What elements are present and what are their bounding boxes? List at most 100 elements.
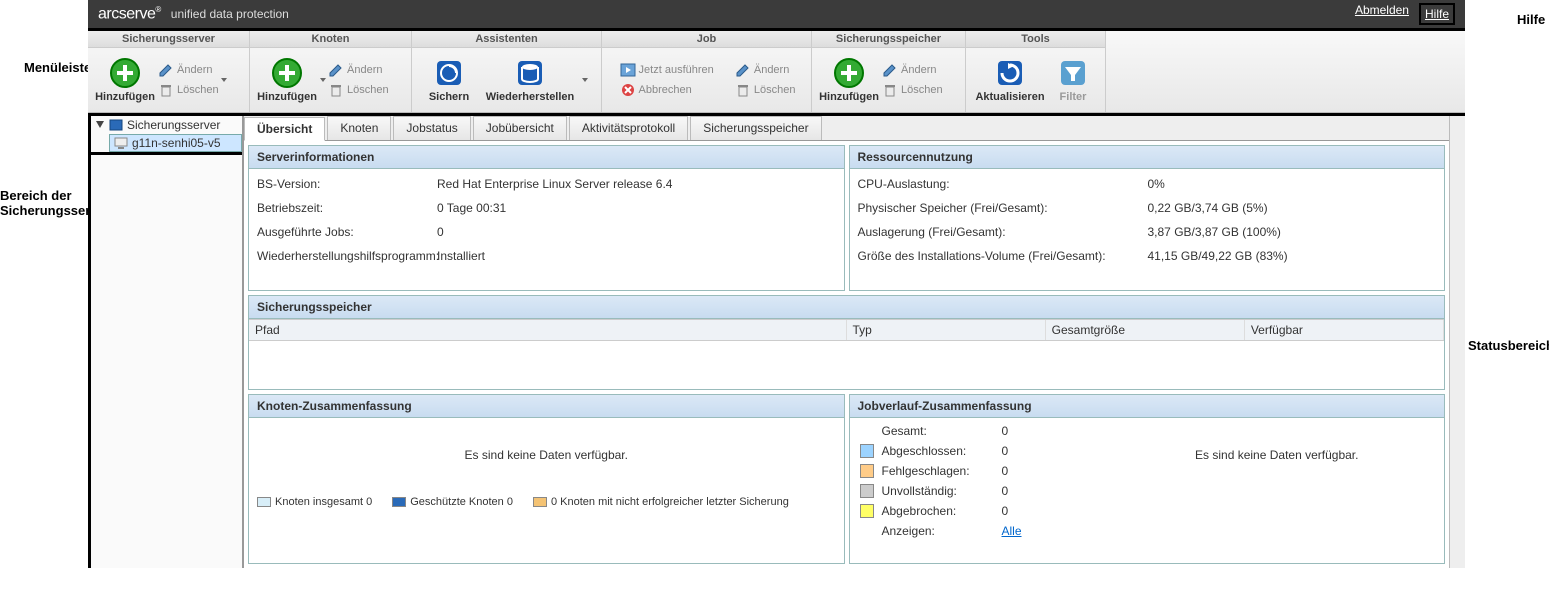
delete-job-button[interactable]: Löschen — [735, 82, 796, 98]
panel-title: Serverinformationen — [249, 146, 844, 169]
swatch-protected-icon — [392, 497, 406, 507]
restore-button[interactable]: Wiederherstellen — [480, 55, 580, 105]
play-icon — [620, 62, 636, 78]
edit-server-button[interactable]: Ändern — [158, 62, 219, 78]
callout-status: Statusbereich — [1468, 338, 1549, 353]
panel-title: Ressourcennutzung — [850, 146, 1445, 169]
dropdown-icon[interactable] — [320, 78, 326, 82]
uptime-label: Betriebszeit: — [257, 201, 437, 215]
nav-tree: Sicherungsserver g11n-senhi05-v5 — [88, 116, 243, 568]
main-area: Übersicht Knoten Jobstatus Jobübersicht … — [243, 116, 1449, 568]
collapse-icon[interactable] — [95, 120, 105, 130]
vertical-scrollbar[interactable] — [1449, 116, 1465, 568]
os-value: Red Hat Enterprise Linux Server release … — [437, 177, 836, 191]
server-icon — [109, 118, 123, 132]
tab-activitylog[interactable]: Aktivitätsprotokoll — [569, 116, 688, 140]
help-link[interactable]: Hilfe — [1419, 3, 1455, 25]
edit-icon — [882, 62, 898, 78]
tab-bar: Übersicht Knoten Jobstatus Jobübersicht … — [244, 116, 1449, 141]
ribbon-group-title-tools: Tools — [966, 31, 1105, 48]
edit-job-button[interactable]: Ändern — [735, 62, 796, 78]
dropdown-icon[interactable] — [221, 78, 227, 82]
mem-label: Physischer Speicher (Frei/Gesamt): — [858, 201, 1148, 215]
filter-button[interactable]: Filter — [1048, 55, 1098, 105]
nodata-text: Es sind keine Daten verfügbar. — [249, 418, 844, 492]
job-failed-value: 0 — [1002, 464, 1042, 478]
job-done-value: 0 — [1002, 444, 1042, 458]
col-total[interactable]: Gesamtgröße — [1046, 320, 1245, 340]
callout-nav: Bereich der Sicherungsserver — [0, 188, 86, 218]
jobs-label: Ausgeführte Jobs: — [257, 225, 437, 239]
swatch-total-icon — [257, 497, 271, 507]
job-show-link[interactable]: Alle — [1002, 524, 1042, 538]
swatch-done-icon — [860, 444, 874, 458]
mem-value: 0,22 GB/3,74 GB (5%) — [1148, 201, 1437, 215]
computer-icon — [114, 136, 128, 150]
tab-overview[interactable]: Übersicht — [244, 117, 325, 141]
uptime-value: 0 Tage 00:31 — [437, 201, 836, 215]
job-cancelled-label: Abgebrochen: — [882, 504, 1002, 518]
add-icon — [109, 57, 141, 89]
edit-node-button[interactable]: Ändern — [328, 62, 389, 78]
add-icon — [833, 57, 865, 89]
edit-icon — [735, 62, 751, 78]
swatch-cancelled-icon — [860, 504, 874, 518]
restore-value: Installiert — [437, 249, 836, 263]
node-legend: Knoten insgesamt 0 Geschützte Knoten 0 0… — [249, 492, 844, 512]
swap-value: 3,87 GB/3,87 GB (100%) — [1148, 225, 1437, 239]
filter-icon — [1057, 57, 1089, 89]
swap-label: Auslagerung (Frei/Gesamt): — [858, 225, 1148, 239]
dropdown-icon[interactable] — [582, 78, 588, 82]
tree-root-item[interactable]: Sicherungsserver — [91, 116, 242, 134]
ribbon-group-title-storage: Sicherungsspeicher — [812, 31, 965, 48]
nodata-text: Es sind keine Daten verfügbar. — [1110, 418, 1445, 544]
ribbon-group-title-backupserver: Sicherungsserver — [88, 31, 249, 48]
panel-jobhistory: Jobverlauf-Zusammenfassung Gesamt:0 Abge… — [849, 394, 1446, 564]
delete-server-button[interactable]: Löschen — [158, 82, 219, 98]
add-server-button[interactable]: Hinzufügen — [94, 55, 156, 105]
restore-label: Wiederherstellungshilfsprogramm: — [257, 249, 437, 263]
swatch-incomplete-icon — [860, 484, 874, 498]
panel-serverinfo: Serverinformationen BS-Version: Red Hat … — [248, 145, 845, 291]
trash-icon — [735, 82, 751, 98]
shield-icon — [433, 57, 465, 89]
job-cancelled-value: 0 — [1002, 504, 1042, 518]
tab-storage[interactable]: Sicherungsspeicher — [690, 116, 821, 140]
tab-jobstatus[interactable]: Jobstatus — [393, 116, 470, 140]
logout-link[interactable]: Abmelden — [1355, 3, 1409, 25]
add-storage-button[interactable]: Hinzufügen — [818, 55, 880, 105]
add-node-button[interactable]: Hinzufügen — [256, 55, 318, 105]
brand-logo: arcserve® — [98, 5, 161, 23]
trash-icon — [882, 82, 898, 98]
edit-icon — [328, 62, 344, 78]
col-avail[interactable]: Verfügbar — [1245, 320, 1444, 340]
col-type[interactable]: Typ — [847, 320, 1046, 340]
panel-title: Knoten-Zusammenfassung — [249, 395, 844, 418]
vol-value: 41,15 GB/49,22 GB (83%) — [1148, 249, 1437, 263]
delete-storage-button[interactable]: Löschen — [882, 82, 943, 98]
panel-title: Sicherungsspeicher — [249, 296, 1444, 319]
tree-node-item[interactable]: g11n-senhi05-v5 — [109, 134, 242, 152]
cancel-job-button[interactable]: Abbrechen — [620, 82, 714, 98]
edit-storage-button[interactable]: Ändern — [882, 62, 943, 78]
backup-button[interactable]: Sichern — [418, 55, 480, 105]
panel-storage: Sicherungsspeicher Pfad Typ Gesamtgröße … — [248, 295, 1445, 389]
trash-icon — [158, 82, 174, 98]
refresh-icon — [994, 57, 1026, 89]
tab-joboverview[interactable]: Jobübersicht — [473, 116, 567, 140]
trash-icon — [328, 82, 344, 98]
panel-node-summary: Knoten-Zusammenfassung Es sind keine Dat… — [248, 394, 845, 564]
col-path[interactable]: Pfad — [249, 320, 847, 340]
delete-node-button[interactable]: Löschen — [328, 82, 389, 98]
job-total-value: 0 — [1002, 424, 1042, 438]
callout-menubar: Menüleiste — [24, 60, 91, 75]
database-icon — [514, 57, 546, 89]
run-job-button[interactable]: Jetzt ausführen — [620, 62, 714, 78]
callout-help: Hilfe — [1517, 12, 1545, 27]
job-incomplete-value: 0 — [1002, 484, 1042, 498]
job-show-label: Anzeigen: — [882, 524, 1002, 538]
product-name: unified data protection — [171, 7, 289, 21]
swatch-failed-icon — [533, 497, 547, 507]
refresh-button[interactable]: Aktualisieren — [972, 55, 1048, 105]
tab-nodes[interactable]: Knoten — [327, 116, 391, 140]
